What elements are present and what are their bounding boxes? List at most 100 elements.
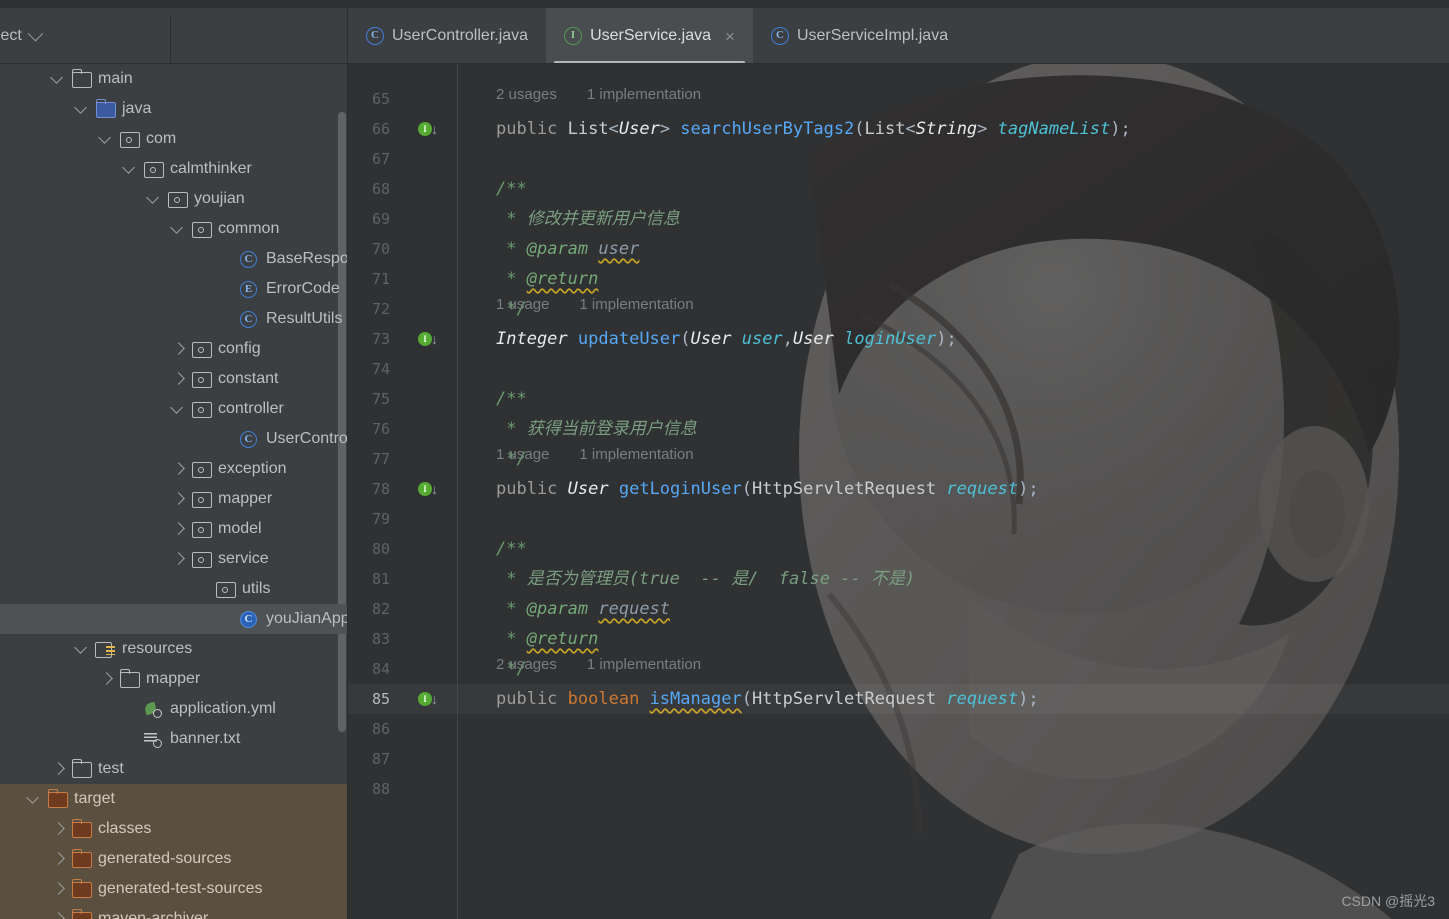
tree-item-config[interactable]: config [0,334,347,364]
tree-item-controller[interactable]: controller [0,394,347,424]
code-line[interactable]: public boolean isManager(HttpServletRequ… [496,684,1039,714]
code-line[interactable]: * @param request [496,594,670,624]
code-token: ); [1018,689,1039,709]
code-vision-hint[interactable]: 1 usage 1 implementation [496,294,694,316]
code-line[interactable]: Integer updateUser(User user,User loginU… [496,324,957,354]
chevron-right-icon[interactable] [48,754,70,784]
chevron-right-icon[interactable] [168,364,190,394]
code-token: updateUser [577,329,681,349]
chevron-down-icon[interactable] [24,784,46,814]
chevron-right-icon[interactable] [168,454,190,484]
tree-item-main[interactable]: main [0,64,347,94]
tree-item-resultutils[interactable]: C ResultUtils [0,304,347,334]
chevron-right-icon[interactable] [48,814,70,844]
tree-item-youjianapplication[interactable]: CyouJianApplication [0,604,347,634]
tree-item-generated-sources[interactable]: generated-sources [0,844,347,874]
code-line[interactable]: * @return [496,624,598,654]
tree-item-calmthinker[interactable]: calmthinker [0,154,347,184]
code-token: * [496,419,527,439]
chevron-down-icon[interactable] [96,124,118,154]
tree-item-utils[interactable]: utils [0,574,347,604]
chevron-right-icon[interactable] [168,334,190,364]
package-icon [190,394,214,424]
code-token: < [608,119,619,139]
chevron-down-icon[interactable] [48,64,70,94]
code-token: * [496,599,527,619]
editor-tab-bar[interactable]: C UserController.java I UserService.java × C U… [348,8,1449,64]
tree-item-model[interactable]: model [0,514,347,544]
tree-item-application-yml[interactable]: application.yml [0,694,347,724]
tree-item-label: com [146,130,177,147]
tree-item-mapper[interactable]: mapper [0,664,347,694]
close-icon[interactable]: × [725,28,735,45]
chevron-down-icon[interactable] [72,634,94,664]
line-number: 70 [371,240,390,258]
implemented-marker-icon[interactable]: I ↓ [418,114,444,144]
tree-item-target[interactable]: target [0,784,347,814]
code-line[interactable]: * @param user [496,234,639,264]
editor-tab-userserviceimpl[interactable]: C UserServiceImpl.java [753,8,966,64]
editor-tab-userservice[interactable]: I UserService.java × [546,8,753,64]
chevron-right-icon[interactable] [168,484,190,514]
code-line[interactable]: public List<User> searchUserByTags2(List… [496,114,1131,144]
chevron-down-icon[interactable] [120,154,142,184]
chevron-right-icon[interactable] [168,514,190,544]
code-line[interactable]: * @return [496,264,598,294]
editor-tab-usercontroller[interactable]: C UserController.java [348,8,546,64]
code-line[interactable]: /** [496,384,527,414]
code-token: 获得当前登录用户信息 [526,419,697,439]
code-line[interactable]: * 修改并更新用户信息 [496,204,679,234]
tree-item-usercontroller[interactable]: C UserController [0,424,347,454]
code-editor[interactable]: 65 66 I ↓ 67 68 69 70 71 72 73 I ↓ 74 75 76 77 78 I ↓ 79 80 81… [348,64,1449,919]
code-token: public [496,119,568,139]
tree-item-exception[interactable]: exception [0,454,347,484]
chevron-right-icon[interactable] [48,904,70,919]
tree-item-mapper[interactable]: mapper [0,484,347,514]
tree-item-classes[interactable]: classes [0,814,347,844]
tree-item-errorcode[interactable]: E ErrorCode [0,274,347,304]
tree-item-constant[interactable]: constant [0,364,347,394]
package-icon [142,154,166,184]
project-title-group[interactable]: Project [0,25,44,45]
tree-item-generated-test-sources[interactable]: generated-test-sources [0,874,347,904]
code-vision-hint[interactable]: 2 usages 1 implementation [496,654,701,676]
implemented-marker-icon[interactable]: I ↓ [418,474,444,504]
line-number: 74 [371,360,390,378]
tree-item-maven-archiver[interactable]: maven-archiver [0,904,347,919]
chevron-down-icon[interactable] [72,94,94,124]
tree-item-youjian[interactable]: youjian [0,184,347,214]
enum-icon: E [238,274,262,304]
tree-item-common[interactable]: common [0,214,347,244]
chevron-right-icon[interactable] [168,544,190,574]
editor-gutter[interactable]: 65 66 I ↓ 67 68 69 70 71 72 73 I ↓ 74 75 76 77 78 I ↓ 79 80 81… [348,64,458,919]
chevron-right-icon[interactable] [48,844,70,874]
tree-item-label: generated-test-sources [98,880,263,897]
tree-item-baseresponse[interactable]: C BaseResponse [0,244,347,274]
code-vision-hint[interactable]: 1 usage 1 implementation [496,444,694,466]
code-vision-hint[interactable]: 2 usages 1 implementation [496,84,701,106]
chevron-down-icon[interactable] [27,25,44,41]
editor-code-area[interactable]: 2 usages 1 implementation public List<Use… [458,64,1449,919]
implemented-marker-icon[interactable]: I ↓ [418,324,444,354]
class-icon: C [366,27,384,45]
tree-item-java[interactable]: java [0,94,347,124]
chevron-right-icon[interactable] [48,874,70,904]
code-line[interactable]: /** [496,174,527,204]
code-line[interactable]: /** [496,534,527,564]
chevron-right-icon[interactable] [96,664,118,694]
project-tree[interactable]: main java com calmthinker youjian common C Base… [0,64,347,919]
tree-item-test[interactable]: test [0,754,347,784]
tree-item-banner-txt[interactable]: banner.txt [0,724,347,754]
tree-item-resources[interactable]: resources [0,634,347,664]
code-line[interactable]: * 是否为管理员(true -- 是/ false -- 不是) [496,564,915,594]
code-line[interactable]: * 获得当前登录用户信息 [496,414,697,444]
tree-item-com[interactable]: com [0,124,347,154]
implemented-marker-icon[interactable]: I ↓ [418,684,444,714]
chevron-down-icon[interactable] [168,394,190,424]
code-line[interactable]: public User getLoginUser(HttpServletRequ… [496,474,1039,504]
tree-item-service[interactable]: service [0,544,347,574]
tree-item-label: target [74,790,115,807]
chevron-down-icon[interactable] [144,184,166,214]
chevron-down-icon[interactable] [168,214,190,244]
